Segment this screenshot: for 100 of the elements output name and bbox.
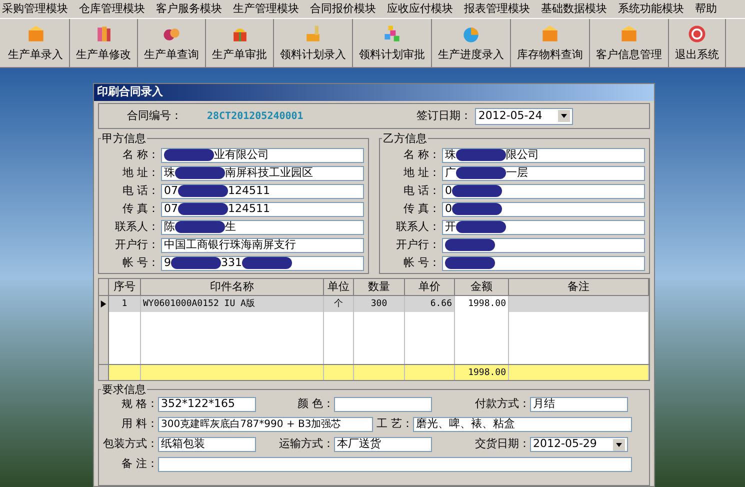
column-header[interactable]: 金额	[455, 279, 509, 295]
text-field[interactable]: 300克建晖灰底白787*990 + B3加强芯	[158, 417, 373, 432]
dropdown-caret-icon	[558, 110, 570, 122]
field-label: 帐 号：	[122, 254, 160, 271]
menu-item[interactable]: 合同报价模块	[310, 0, 376, 18]
group-title: 要求信息	[101, 382, 147, 398]
field-label: 传 真：	[122, 200, 160, 217]
menu-item[interactable]: 采购管理模块	[2, 0, 68, 18]
menu-item[interactable]: 基础数据模块	[541, 0, 607, 18]
table-cell: 1	[109, 296, 141, 312]
column-header[interactable]: 单价	[405, 279, 455, 295]
text-field[interactable]: 珠 限公司	[442, 148, 645, 162]
toolbar-button[interactable]: 生产单录入	[2, 19, 70, 67]
menu-item[interactable]: 帮助	[695, 0, 717, 18]
dropdown-caret-icon	[613, 438, 625, 450]
field-label: 开户行：	[114, 236, 160, 253]
field-label: 帐 号：	[402, 254, 441, 271]
text-field[interactable]: 352*122*165	[158, 397, 256, 412]
text-field[interactable]	[158, 457, 632, 472]
text-field[interactable]: 9 331	[161, 256, 364, 270]
date-dropdown[interactable]: 2012-05-29	[530, 437, 628, 452]
field-label: 传 真：	[402, 200, 441, 217]
text-field[interactable]: 开	[442, 220, 645, 234]
field-label: 包装方式：	[103, 436, 158, 452]
toolbar-button[interactable]: 生产单查询	[138, 19, 206, 67]
redaction-blot	[175, 221, 225, 233]
field-label: 备 注：	[120, 456, 158, 472]
text-field[interactable]: 月结	[530, 397, 628, 412]
row-header[interactable]	[99, 296, 109, 312]
text-field[interactable]: 0	[442, 184, 645, 198]
toolbar-button[interactable]: 客户信息管理	[590, 19, 669, 67]
field-label: 名 称：	[402, 146, 441, 163]
field-label: 工 艺：	[376, 416, 413, 432]
text-field[interactable]: 磨光、啤、裱、粘盒	[413, 417, 632, 432]
field-label: 付款方式：	[474, 396, 530, 412]
field-label: 签订日期：	[416, 108, 472, 124]
column-header[interactable]: 备注	[509, 279, 649, 295]
redaction-blot	[456, 167, 506, 179]
text-field[interactable]: 广 一层	[442, 166, 645, 180]
field-label: 颜 色：	[296, 396, 334, 412]
field-label: 合同编号：	[127, 108, 183, 124]
text-field[interactable]	[442, 256, 645, 270]
field-label: 运输方式：	[278, 436, 334, 452]
toolbar-button[interactable]: 生产进度录入	[432, 19, 511, 67]
redaction-blot	[164, 149, 214, 161]
toolbar-button[interactable]: 退出系统	[669, 19, 726, 67]
text-field[interactable]	[442, 238, 645, 252]
toolbar-button[interactable]: 库存物料查询	[511, 19, 590, 67]
row-pointer-icon	[100, 300, 107, 308]
redaction-blot	[178, 185, 228, 197]
toolbar-button[interactable]: 领料计划审批	[353, 19, 432, 67]
menu-item[interactable]: 仓库管理模块	[79, 0, 145, 18]
menu-item[interactable]: 客户服务模块	[156, 0, 222, 18]
date-dropdown[interactable]: 2012-05-24	[475, 108, 574, 124]
field-label: 交货日期：	[474, 436, 530, 452]
toolbar-button[interactable]: 生产单审批	[206, 19, 274, 67]
text-field[interactable]: 本厂送货	[334, 437, 432, 452]
menu-item[interactable]: 生产管理模块	[233, 0, 299, 18]
redaction-blot	[452, 203, 502, 215]
toolbar-button[interactable]: 领料计划录入	[274, 19, 353, 67]
text-field[interactable]: 07 124511	[161, 184, 364, 198]
text-field[interactable]: 0	[442, 202, 645, 216]
window-title: 印刷合同录入	[94, 84, 654, 101]
column-header[interactable]: 印件名称	[141, 279, 324, 295]
text-field[interactable]: 纸箱包装	[158, 437, 256, 452]
redaction-blot	[456, 221, 506, 233]
text-field[interactable]: 07 124511	[161, 202, 364, 216]
field-label: 电 话：	[122, 182, 160, 199]
menu-item[interactable]: 报表管理模块	[464, 0, 530, 18]
text-field[interactable]	[334, 397, 432, 412]
field-label: 联系人：	[395, 218, 441, 235]
column-header[interactable]: 单位	[324, 279, 354, 295]
text-field[interactable]: 中国工商银行珠海南屏支行	[161, 238, 364, 252]
redaction-blot	[242, 257, 292, 269]
field-label: 地 址：	[122, 164, 160, 181]
table-cell: WY0601000A0152 IU A版	[141, 296, 324, 312]
column-header[interactable]: 数量	[354, 279, 405, 295]
redaction-blot	[456, 149, 506, 161]
menu-item[interactable]: 应收应付模块	[387, 0, 453, 18]
contract-number: 28CT201205240001	[207, 110, 304, 124]
total-amount: 1998.00	[455, 365, 509, 380]
menu-item[interactable]: 系统功能模块	[618, 0, 684, 18]
text-field[interactable]: 业有限公司	[161, 148, 364, 162]
redaction-blot	[175, 167, 225, 179]
field-label: 开户行：	[395, 236, 441, 253]
field-label: 电 话：	[402, 182, 441, 199]
text-field[interactable]: 珠 南屏科技工业园区	[161, 166, 364, 180]
redaction-blot	[452, 185, 502, 197]
table-row[interactable]: 1 WY0601000A0152 IU A版 个 300 6.66 1998.00	[99, 296, 649, 312]
text-field[interactable]: 陈 生	[161, 220, 364, 234]
field-label: 地 址：	[402, 164, 441, 181]
redaction-blot	[445, 257, 495, 269]
redaction-blot	[445, 239, 495, 251]
column-header[interactable]: 序号	[109, 279, 141, 295]
redaction-blot	[178, 203, 228, 215]
field-label: 用 料：	[120, 416, 158, 432]
field-label: 联系人：	[114, 218, 160, 235]
toolbar-button[interactable]: 生产单修改	[70, 19, 138, 67]
field-label: 名 称：	[122, 146, 160, 163]
redaction-blot	[171, 257, 221, 269]
